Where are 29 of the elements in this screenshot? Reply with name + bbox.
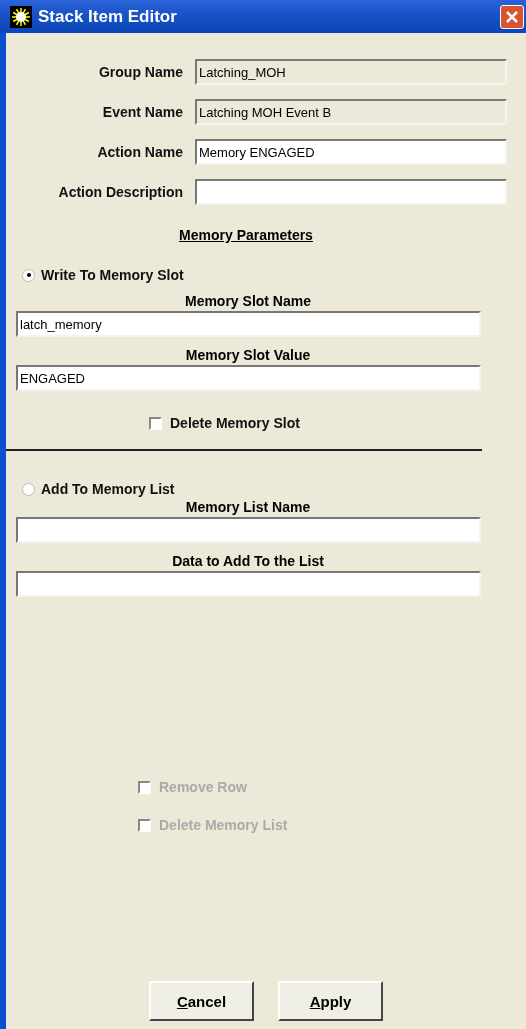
- window-title: Stack Item Editor: [38, 6, 178, 27]
- field-label: Action Name: [96, 144, 184, 160]
- radio-button[interactable]: [22, 482, 35, 496]
- input-field[interactable]: Memory ENGAGED: [195, 139, 507, 165]
- checkbox[interactable]: [149, 416, 162, 430]
- apply-button[interactable]: Apply: [278, 981, 383, 1021]
- sun-icon: [10, 5, 32, 28]
- radio-button[interactable]: [22, 268, 35, 282]
- cancel-button[interactable]: Cancel: [149, 981, 254, 1021]
- field-label: Data to Add To the List: [171, 553, 325, 569]
- field-label: Event Name: [101, 104, 184, 120]
- input-field[interactable]: ENGAGED: [16, 365, 481, 391]
- checkbox-label: Remove Row: [159, 779, 247, 795]
- field-label: Memory List Name: [184, 499, 312, 515]
- close-icon: [505, 9, 519, 24]
- checkbox-label: Delete Memory List: [159, 817, 288, 833]
- field-label: Memory Slot Name: [183, 293, 312, 309]
- field-label: Memory Slot Value: [184, 347, 312, 363]
- field-label: Group Name: [98, 64, 184, 80]
- input-field[interactable]: [16, 571, 481, 597]
- field-label: Action Description: [57, 184, 184, 200]
- input-field[interactable]: latch_memory: [16, 311, 481, 337]
- checkbox-label: Delete Memory Slot: [170, 415, 300, 431]
- section-title: Memory Parameters: [179, 227, 313, 243]
- option-label: Write To Memory Slot: [41, 267, 184, 283]
- option-label: Add To Memory List: [41, 481, 175, 497]
- close-button[interactable]: [500, 4, 524, 29]
- input-field[interactable]: [195, 179, 507, 205]
- input-field[interactable]: [16, 517, 481, 543]
